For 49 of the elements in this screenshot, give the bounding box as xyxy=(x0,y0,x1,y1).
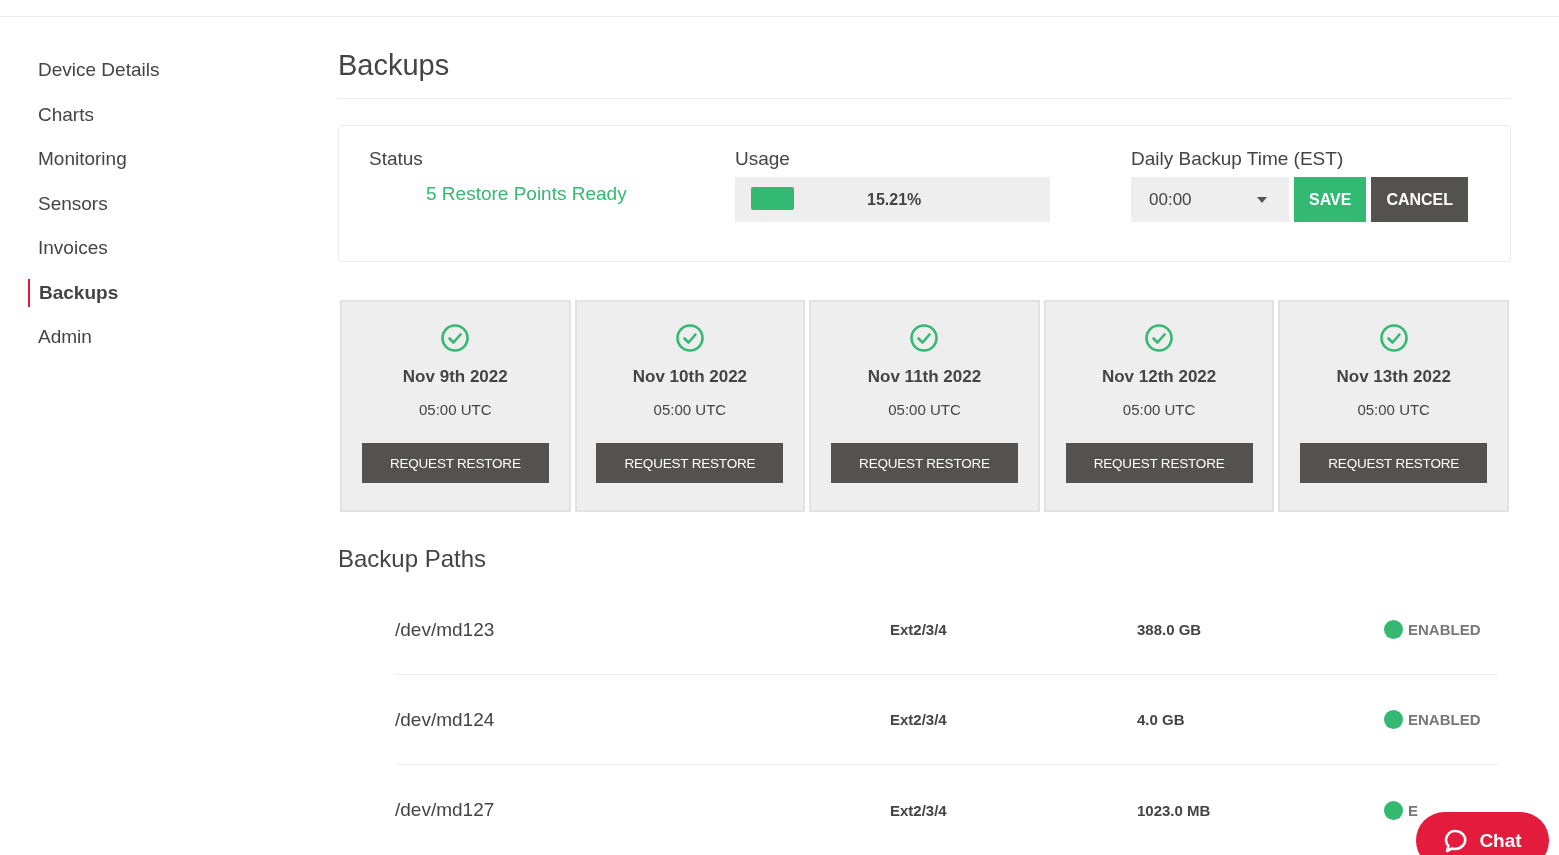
backup-time: 05:00 UTC xyxy=(1122,401,1196,418)
sidebar-item[interactable]: Sensors xyxy=(28,189,338,218)
backup-date: Nov 11th 2022 xyxy=(867,367,982,387)
check-circle-icon xyxy=(674,323,705,353)
filesystem-cell-text: Ext2/3/4 xyxy=(890,711,948,728)
backup-date: Nov 12th 2022 xyxy=(1101,367,1217,387)
request-restore-button[interactable]: REQUEST RESTORE xyxy=(1300,443,1488,483)
usage-reading: 15.21% xyxy=(867,190,922,209)
path-cell-text: /dev/md123 xyxy=(395,618,496,641)
check-circle-icon xyxy=(909,323,940,353)
sidebar-item[interactable]: Charts xyxy=(28,100,338,129)
status-text: 5 Restore Points Ready xyxy=(425,182,628,205)
backup-date: Nov 9th 2022 xyxy=(402,367,508,387)
request-restore-button[interactable]: REQUEST RESTORE xyxy=(831,443,1018,483)
status-text: ENABLED xyxy=(1408,621,1481,638)
page-title: Backups xyxy=(338,49,1511,99)
filesystem-cell-text: Ext2/3/4 xyxy=(890,801,948,819)
section-title: Backup Paths xyxy=(338,545,488,574)
backup-date: Nov 13th 2022 xyxy=(1336,367,1451,387)
backup-time: 05:00 UTC xyxy=(419,401,492,418)
filesystem-cell-text: Ext2/3/4 xyxy=(890,621,948,638)
backup-time: 05:00 UTC xyxy=(1357,401,1430,418)
size-cell-text: 1023.0 MB xyxy=(1137,801,1212,819)
usage-label: Usage xyxy=(735,148,791,171)
size-cell-text: 388.0 GB xyxy=(1137,621,1203,638)
sidebar-item[interactable]: Admin xyxy=(28,323,338,351)
backup-date: Nov 10th 2022 xyxy=(632,367,748,387)
request-restore-button[interactable]: REQUEST RESTORE xyxy=(596,443,784,483)
backup-time-label: Daily Backup Time (EST) xyxy=(1131,148,1345,171)
sidebar-item[interactable]: Monitoring xyxy=(28,145,338,173)
path-cell-text: /dev/md127 xyxy=(395,799,496,821)
sidebar-item[interactable]: Invoices xyxy=(28,234,338,262)
request-restore-button[interactable]: REQUEST RESTORE xyxy=(1065,443,1253,483)
cancel-button[interactable]: CANCEL xyxy=(1371,177,1469,222)
caret-icon xyxy=(1257,196,1267,203)
path-cell-text: /dev/md124 xyxy=(395,708,496,731)
status-text: E xyxy=(1408,801,1418,819)
status-label: Status xyxy=(369,148,424,171)
sidebar-item[interactable]: Backups xyxy=(28,278,338,307)
size-cell-text: 4.0 GB xyxy=(1137,711,1186,728)
check-circle-icon xyxy=(440,323,471,353)
request-restore-button[interactable]: REQUEST RESTORE xyxy=(361,443,549,483)
sidebar-item[interactable]: Device Details xyxy=(28,56,338,84)
status-text: ENABLED xyxy=(1408,711,1481,728)
backup-time: 05:00 UTC xyxy=(653,401,727,418)
time-select[interactable]: 00:00 xyxy=(1131,177,1289,222)
check-circle-icon xyxy=(1378,323,1409,353)
check-circle-icon xyxy=(1144,323,1175,353)
backup-time: 05:00 UTC xyxy=(888,401,961,418)
